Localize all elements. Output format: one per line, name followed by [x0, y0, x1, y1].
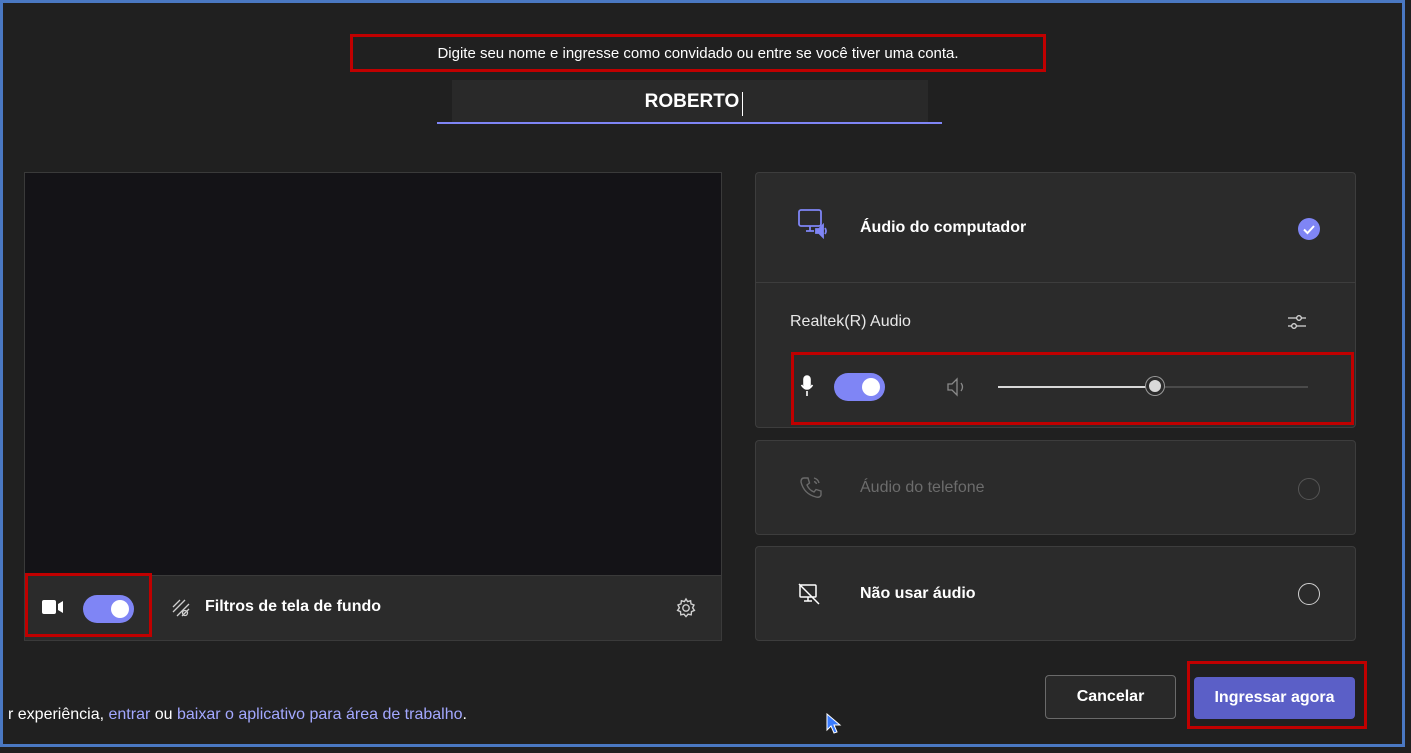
computer-audio-label: Áudio do computador: [860, 219, 1027, 236]
microphone-icon: [800, 375, 814, 402]
camera-toggle[interactable]: [83, 595, 134, 623]
join-prompt: Digite seu nome e ingresse como convidad…: [437, 45, 959, 62]
volume-slider-track[interactable]: [998, 377, 1308, 395]
download-app-link[interactable]: baixar o aplicativo para área de trabalh…: [177, 706, 463, 723]
phone-icon: [798, 475, 824, 506]
audio-device-name[interactable]: Realtek(R) Audio: [790, 313, 911, 331]
speaker-icon: [946, 377, 970, 402]
mouse-pointer-icon: [826, 712, 842, 740]
computer-audio-panel[interactable]: Áudio do computador Realtek(R) Audio: [755, 172, 1356, 428]
monitor-slash-icon: [798, 583, 820, 610]
background-filter-icon: [171, 598, 191, 623]
video-controls-bar: Filtros de tela de fundo: [24, 575, 722, 641]
footer-text: r experiência, entrar ou baixar o aplica…: [8, 706, 467, 724]
sign-in-link[interactable]: entrar: [109, 706, 151, 723]
background-filters-label[interactable]: Filtros de tela de fundo: [205, 598, 381, 616]
no-audio-radio[interactable]: [1298, 583, 1320, 605]
name-input[interactable]: [452, 80, 932, 124]
gear-icon[interactable]: [675, 597, 697, 624]
footer-text-suffix: .: [462, 706, 467, 723]
volume-slider-fill: [998, 386, 1155, 388]
video-preview: [24, 172, 722, 575]
computer-audio-selected-check[interactable]: [1298, 218, 1320, 240]
name-input-underline: [437, 122, 942, 124]
volume-slider-thumb[interactable]: [1146, 377, 1164, 395]
phone-audio-radio[interactable]: [1298, 478, 1320, 500]
monitor-speaker-icon: [798, 209, 830, 244]
join-now-button[interactable]: Ingressar agora: [1194, 677, 1355, 719]
name-field-container: [452, 80, 932, 124]
sliders-icon[interactable]: [1286, 311, 1308, 338]
camera-icon: [42, 599, 64, 620]
panel-divider: [756, 282, 1355, 283]
microphone-toggle[interactable]: [834, 373, 885, 401]
footer-text-mid: ou: [150, 706, 177, 723]
no-audio-label: Não usar áudio: [860, 585, 976, 602]
text-caret: [742, 92, 743, 116]
cancel-button[interactable]: Cancelar: [1045, 675, 1176, 719]
phone-audio-option[interactable]: Áudio do telefone: [755, 440, 1356, 535]
phone-audio-label: Áudio do telefone: [860, 479, 985, 496]
footer-text-prefix: r experiência,: [8, 706, 109, 723]
no-audio-option[interactable]: Não usar áudio: [755, 546, 1356, 641]
